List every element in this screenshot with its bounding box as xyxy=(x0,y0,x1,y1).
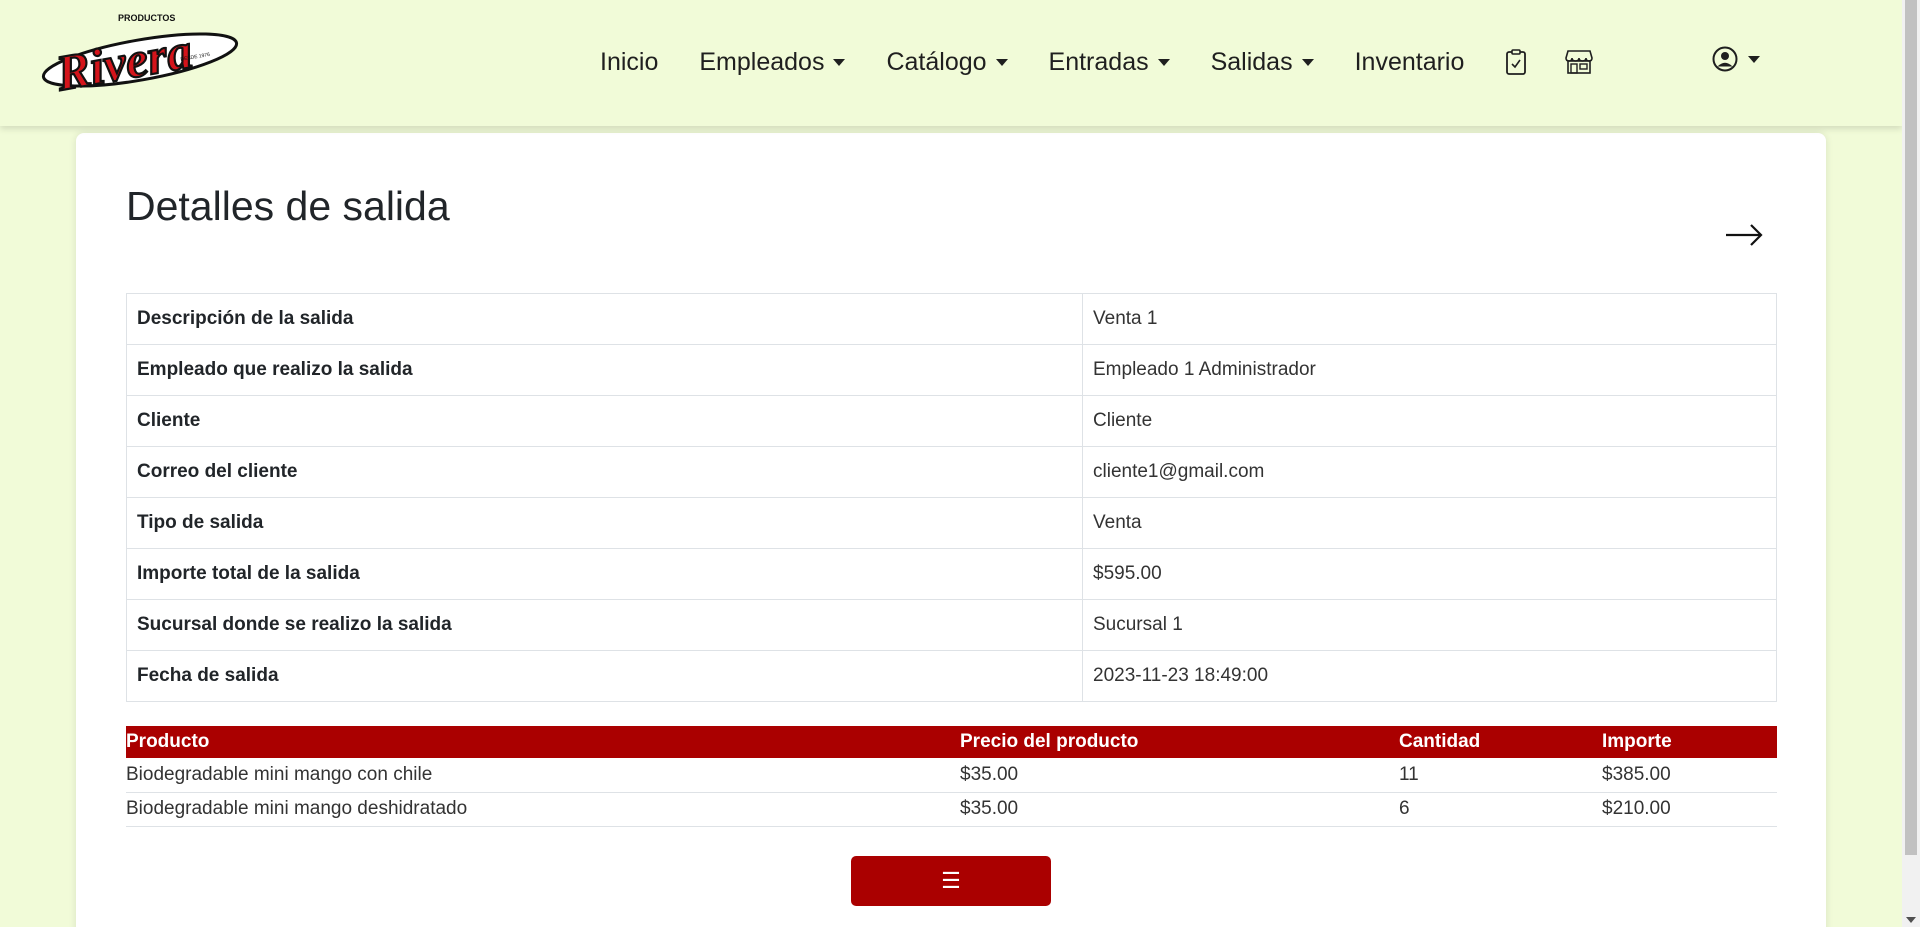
logo-top-text: PRODUCTOS xyxy=(118,13,175,23)
table-row: Sucursal donde se realizo la salida Sucu… xyxy=(126,599,1777,651)
page-title: Detalles de salida xyxy=(126,183,450,229)
detail-label: Sucursal donde se realizo la salida xyxy=(126,599,1083,651)
nav-item-label: Entradas xyxy=(1048,47,1149,76)
detail-value: Venta 1 xyxy=(1082,293,1777,345)
detail-label: Fecha de salida xyxy=(126,650,1083,702)
table-row: Importe total de la salida $595.00 xyxy=(126,548,1777,600)
brand-logo[interactable]: PRODUCTOS Rivera DESDE 1976 xyxy=(38,12,243,94)
nav-item-inventario[interactable]: Inventario xyxy=(1355,48,1465,77)
detail-label: Cliente xyxy=(126,395,1083,447)
menu-icon: ☰ xyxy=(941,868,961,893)
scroll-down-icon[interactable] xyxy=(1906,917,1916,923)
clipboard-check-icon[interactable] xyxy=(1505,49,1527,75)
nav-item-inicio[interactable]: Inicio xyxy=(600,48,658,77)
detail-label: Tipo de salida xyxy=(126,497,1083,549)
table-row: Biodegradable mini mango con chile $35.0… xyxy=(126,758,1777,793)
detail-value: Venta xyxy=(1082,497,1777,549)
products-table: Producto Precio del producto Cantidad Im… xyxy=(126,726,1777,827)
table-cell: Biodegradable mini mango deshidratado xyxy=(126,792,960,827)
table-row: Correo del cliente cliente1@gmail.com xyxy=(126,446,1777,498)
shop-icon[interactable] xyxy=(1565,49,1594,75)
top-navbar: PRODUCTOS Rivera DESDE 1976 Inicio Emple… xyxy=(0,0,1902,126)
detail-value: Cliente xyxy=(1082,395,1777,447)
caret-down-icon xyxy=(1748,55,1760,63)
caret-down-icon xyxy=(995,58,1008,66)
table-row: Descripción de la salida Venta 1 xyxy=(126,293,1777,345)
column-header: Importe xyxy=(1602,726,1777,758)
logo-name: Rivera xyxy=(51,22,196,94)
column-header: Cantidad xyxy=(1399,726,1602,758)
nav-item-label: Salidas xyxy=(1210,47,1293,76)
table-cell: $385.00 xyxy=(1602,758,1777,793)
detail-value: Sucursal 1 xyxy=(1082,599,1777,651)
detail-value: Empleado 1 Administrador xyxy=(1082,344,1777,396)
details-table: Descripción de la salida Venta 1 Emplead… xyxy=(126,293,1777,702)
nav-item-label: Inicio xyxy=(600,47,659,76)
table-row: Tipo de salida Venta xyxy=(126,497,1777,549)
user-menu[interactable] xyxy=(1712,46,1760,72)
detail-label: Importe total de la salida xyxy=(126,548,1083,600)
table-cell: $35.00 xyxy=(960,758,1399,793)
caret-down-icon xyxy=(1157,58,1170,66)
table-row: Empleado que realizo la salida Empleado … xyxy=(126,344,1777,396)
menu-button[interactable]: ☰ xyxy=(851,856,1051,906)
arrow-right-icon[interactable] xyxy=(1724,223,1764,252)
caret-down-icon xyxy=(833,58,846,66)
detail-label: Descripción de la salida xyxy=(126,293,1083,345)
nav-item-label: Catálogo xyxy=(886,47,987,76)
table-row: Cliente Cliente xyxy=(126,395,1777,447)
user-circle-icon xyxy=(1712,46,1738,72)
table-cell: Biodegradable mini mango con chile xyxy=(126,758,960,793)
column-header: Producto xyxy=(126,726,960,758)
nav-item-salidas[interactable]: Salidas xyxy=(1211,48,1314,77)
detail-label: Empleado que realizo la salida xyxy=(126,344,1083,396)
table-row: Fecha de salida 2023-11-23 18:49:00 xyxy=(126,650,1777,702)
scrollbar[interactable] xyxy=(1902,0,1920,927)
nav-item-label: Empleados xyxy=(699,47,825,76)
nav-item-label: Inventario xyxy=(1354,47,1465,76)
detail-value: 2023-11-23 18:49:00 xyxy=(1082,650,1777,702)
table-row: Biodegradable mini mango deshidratado $3… xyxy=(126,792,1777,827)
table-cell: 6 xyxy=(1399,792,1602,827)
nav-item-entradas[interactable]: Entradas xyxy=(1049,48,1170,77)
table-header-row: Producto Precio del producto Cantidad Im… xyxy=(126,726,1777,758)
details-card: Detalles de salida Descripción de la sal… xyxy=(76,133,1826,927)
detail-value: $595.00 xyxy=(1082,548,1777,600)
nav-item-empleados[interactable]: Empleados xyxy=(699,47,846,77)
table-cell: 11 xyxy=(1399,758,1602,793)
detail-label: Correo del cliente xyxy=(126,446,1083,498)
table-cell: $210.00 xyxy=(1602,792,1777,827)
scrollbar-thumb[interactable] xyxy=(1905,0,1917,855)
column-header: Precio del producto xyxy=(960,726,1399,758)
nav-item-catalogo[interactable]: Catálogo xyxy=(886,47,1008,77)
caret-down-icon xyxy=(1301,58,1314,66)
nav-menu: Inicio Empleados Catálogo Entradas Salid… xyxy=(600,38,1594,86)
table-cell: $35.00 xyxy=(960,792,1399,827)
detail-value: cliente1@gmail.com xyxy=(1082,446,1777,498)
